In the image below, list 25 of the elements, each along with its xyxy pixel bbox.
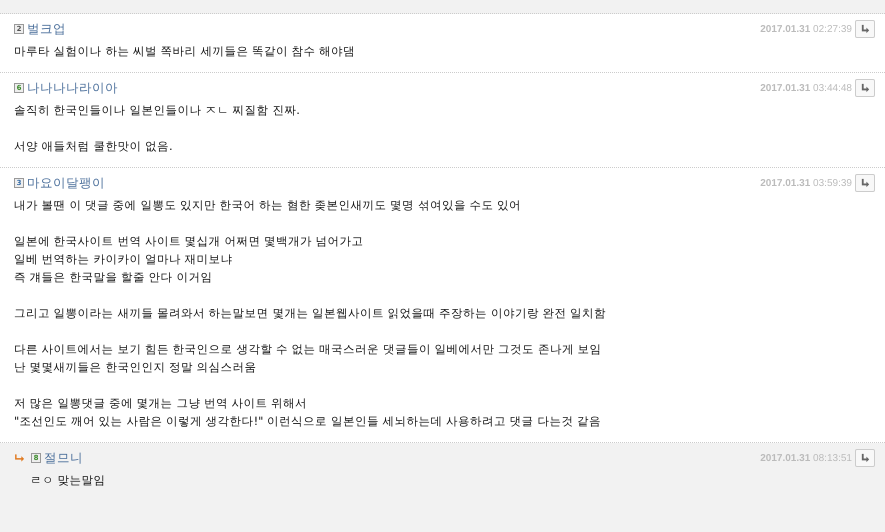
reply-arrow-icon — [860, 82, 870, 94]
author-name[interactable]: 절므니 — [44, 450, 83, 466]
comment-text: 솔직히 한국인들이나 일본인들이나 ㅈㄴ 찌질함 진짜. — [14, 102, 301, 119]
author-name[interactable]: 벌크업 — [27, 20, 66, 38]
reply-button[interactable] — [855, 20, 875, 38]
comment-text: 저 많은 일뽕댓글 중에 몇개는 그냥 번역 사이트 위해서 "조선인도 깨어 있는 사람은 이렇게 생각한다!" 이런식으로 일본인들 세뇌하는데 사용하려고 댓글 다는것 같음 — [14, 395, 602, 430]
reply-arrow-icon — [860, 452, 870, 464]
reply-arrow-icon — [860, 24, 870, 34]
comment-date: 2017.01.31 03:59:39 — [760, 178, 852, 188]
reply-button[interactable] — [855, 174, 875, 192]
comment-text: ㄹㅇ 맞는말임 — [30, 472, 107, 489]
comment-text: 내가 볼땐 이 댓글 중에 일뽕도 있지만 한국어 하는 혐한 좆본인새끼도 몇명 섞여있을 수도 있어 — [14, 197, 522, 214]
reply-arrow-icon — [14, 453, 25, 463]
reply-arrow-icon — [860, 178, 870, 188]
reply-button[interactable] — [855, 449, 875, 467]
author-name[interactable]: 마요이달팽이 — [27, 174, 105, 192]
reply-button[interactable] — [855, 79, 875, 97]
comment-text: 일본에 한국사이트 번역 사이트 몇십개 어쩌면 몇백개가 넘어가고 일베 번역하는 카이카이 얼마나 재미보냐 즉 걔들은 한국말을 할줄 안다 이거임 — [14, 233, 365, 286]
comment-text: 서양 애들처럼 쿨한맛이 없음. — [14, 138, 174, 155]
comment-text: 마루타 실험이나 하는 씨벌 쪽바리 세끼들은 똑같이 참수 해야댐 — [14, 43, 356, 60]
author-name[interactable]: 나나나나라이아 — [27, 80, 118, 96]
comment-text: 그리고 일뽕이라는 새끼들 몰려와서 하는말보면 몇개는 일본웹사이트 읽었을때 주장하는 이야기랑 완전 일치함 — [14, 305, 608, 322]
comment-date: 2017.01.31 03:44:48 — [760, 82, 852, 94]
comment-text: 다른 사이트에서는 보기 힘든 한국인으로 생각할 수 없는 매국스러운 댓글들이 일베에서만 그것도 존나게 보임 난 몇몇새끼들은 한국인인지 정말 의심스러움 — [14, 341, 603, 376]
comment-date: 2017.01.31 02:27:39 — [760, 24, 852, 34]
